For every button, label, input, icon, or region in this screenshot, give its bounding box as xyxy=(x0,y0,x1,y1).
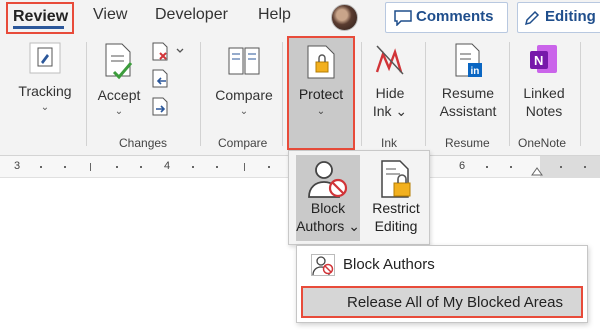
svg-text:N: N xyxy=(534,53,543,68)
group-divider xyxy=(86,42,87,146)
ruler-dot xyxy=(560,166,562,168)
release-all-item-label: Release All of My Blocked Areas xyxy=(347,294,563,311)
resume-label-line1: Resume xyxy=(441,85,495,101)
block-authors-button[interactable]: Block Authors ⌄ xyxy=(296,155,360,241)
hide-ink-icon xyxy=(375,45,404,75)
ruler-dot xyxy=(64,166,66,168)
previous-change-icon[interactable] xyxy=(151,69,171,89)
block-authors-item-label: Block Authors xyxy=(343,256,435,273)
block-authors-submenu: Block Authors Release All of My Blocked … xyxy=(296,245,588,323)
block-authors-label-text: Authors xyxy=(296,218,345,234)
svg-text:in: in xyxy=(471,66,480,77)
menu-item-release-all-blocked-areas[interactable]: Release All of My Blocked Areas xyxy=(301,286,583,318)
tab-help[interactable]: Help xyxy=(258,6,291,24)
chevron-down-icon: ⌄ xyxy=(114,106,124,117)
linked-notes-label-line2: Notes xyxy=(525,103,563,119)
resume-label-line2: Assistant xyxy=(439,103,497,119)
chevron-down-icon: ⌄ xyxy=(239,106,249,117)
ruler-dot xyxy=(268,166,270,168)
tracking-button[interactable]: Tracking ⌄ xyxy=(14,42,76,114)
tab-review-label: Review xyxy=(13,8,69,25)
ruler-dot xyxy=(510,166,512,168)
group-divider xyxy=(580,42,581,146)
group-label-onenote: OneNote xyxy=(518,136,567,150)
editing-label: Editing xyxy=(545,8,596,25)
compare-icon xyxy=(228,47,260,75)
menu-item-block-authors[interactable]: Block Authors xyxy=(301,250,583,282)
reject-icon[interactable] xyxy=(151,42,185,62)
group-label-compare: Compare xyxy=(218,136,268,150)
accept-icon xyxy=(105,43,133,80)
linked-notes-label-line1: Linked xyxy=(523,85,565,101)
group-label-resume: Resume xyxy=(445,136,490,150)
comments-label: Comments xyxy=(416,8,494,25)
group-divider xyxy=(282,42,283,146)
right-indent-marker-icon[interactable] xyxy=(531,166,543,176)
ruler-dot xyxy=(192,166,194,168)
group-divider xyxy=(509,42,510,146)
hide-ink-label-line2: Ink ⌄ xyxy=(372,103,408,119)
ruler-dot xyxy=(40,166,42,168)
tracking-icon xyxy=(29,42,61,74)
restrict-editing-button[interactable]: Restrict Editing xyxy=(367,155,425,241)
linked-notes-button[interactable]: N Linked Notes xyxy=(514,42,574,120)
group-label-ink: Ink xyxy=(381,136,398,150)
hide-ink-button[interactable]: Hide Ink ⌄ xyxy=(366,42,414,120)
group-divider xyxy=(361,42,362,146)
chevron-down-icon: ⌄ xyxy=(40,102,50,113)
ruler-dot xyxy=(486,166,488,168)
block-authors-icon xyxy=(308,161,348,198)
ruler-number: 3 xyxy=(14,160,21,172)
ruler-tick xyxy=(90,163,91,171)
ruler-number: 4 xyxy=(164,160,171,172)
ruler-dot xyxy=(216,166,218,168)
next-change-icon[interactable] xyxy=(151,97,171,117)
block-authors-icon xyxy=(311,254,335,276)
editing-mode-button[interactable]: Editing xyxy=(517,2,600,33)
block-authors-label-line2: Authors ⌄ xyxy=(296,218,360,234)
tracking-label: Tracking xyxy=(18,83,72,99)
accept-button[interactable]: Accept ⌄ xyxy=(92,42,146,118)
chevron-down-icon: ⌄ xyxy=(316,106,326,117)
resume-icon: in xyxy=(455,43,482,77)
ruler-margin-area xyxy=(540,156,600,178)
hide-ink-label-text: Ink xyxy=(372,103,392,119)
ruler-dot xyxy=(116,166,118,168)
ruler-dot xyxy=(140,166,142,168)
ruler-tick xyxy=(244,163,245,171)
hide-ink-label-line1: Hide xyxy=(375,85,405,101)
block-authors-label-line1: Block xyxy=(310,200,346,216)
ruler-dot xyxy=(584,166,586,168)
group-divider xyxy=(200,42,201,146)
active-tab-underline xyxy=(13,26,64,29)
restrict-editing-icon xyxy=(381,160,411,198)
compare-label: Compare xyxy=(215,87,273,103)
pencil-icon xyxy=(524,10,540,26)
group-label-changes: Changes xyxy=(119,136,168,150)
protect-label: Protect xyxy=(298,86,344,102)
onenote-icon: N xyxy=(530,45,557,73)
ribbon: Tracking ⌄ Accept ⌄ Changes Compare ⌄ Co… xyxy=(0,36,600,156)
tab-developer[interactable]: Developer xyxy=(155,6,228,24)
ribbon-tab-bar: Review View Developer Help Comments Edit… xyxy=(0,0,600,36)
protect-dropdown: Block Authors ⌄ Restrict Editing xyxy=(288,150,430,245)
protect-icon xyxy=(307,45,335,79)
tab-view[interactable]: View xyxy=(93,6,127,24)
compare-button[interactable]: Compare ⌄ xyxy=(208,42,280,118)
comment-icon xyxy=(394,10,412,26)
group-divider xyxy=(425,42,426,146)
restrict-editing-label-line2: Editing xyxy=(374,218,418,234)
restrict-editing-label-line1: Restrict xyxy=(372,200,420,216)
protect-button[interactable]: Protect ⌄ xyxy=(287,36,355,150)
accept-label: Accept xyxy=(97,87,141,103)
avatar[interactable] xyxy=(331,4,358,31)
tab-review[interactable]: Review xyxy=(6,2,74,34)
resume-assistant-button[interactable]: in Resume Assistant xyxy=(432,42,504,120)
ruler-number: 6 xyxy=(459,160,466,172)
comments-button[interactable]: Comments xyxy=(385,2,508,33)
